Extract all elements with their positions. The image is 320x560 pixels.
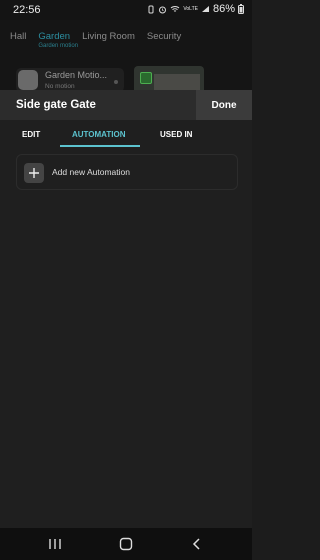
battery-icon [238, 4, 244, 14]
device-status: No motion [45, 83, 75, 90]
background-app: Hall Garden Garden motion Living Room Se… [0, 20, 252, 106]
sheet-title: Side gate Gate [16, 99, 96, 111]
network-label: VoLTE [183, 6, 198, 12]
room-tab-security[interactable]: Security [147, 31, 181, 42]
status-icons: VoLTE 86% [147, 3, 244, 15]
vibrate-icon [147, 5, 155, 14]
room-tab-garden[interactable]: Garden Garden motion [38, 31, 78, 49]
wifi-icon [170, 5, 180, 13]
recent-apps-icon[interactable] [46, 536, 64, 552]
sheet-header: Side gate Gate Done [0, 90, 252, 120]
done-button[interactable]: Done [196, 90, 252, 120]
alarm-icon [158, 5, 167, 14]
plus-icon [24, 163, 44, 183]
navigation-bar [0, 528, 252, 560]
automation-sheet: Side gate Gate Done EDIT AUTOMATION USED… [0, 90, 252, 528]
tab-automation[interactable]: AUTOMATION [72, 130, 125, 139]
active-tab-indicator [60, 145, 140, 147]
add-automation-button[interactable]: Add new Automation [16, 154, 238, 190]
device-status-dot [114, 80, 118, 84]
back-icon[interactable] [188, 536, 206, 552]
device-card[interactable]: Garden Motio... No motion [16, 68, 124, 92]
home-icon[interactable] [117, 536, 135, 552]
add-automation-label: Add new Automation [52, 167, 130, 177]
tab-edit[interactable]: EDIT [22, 130, 40, 139]
room-tab-living-room[interactable]: Living Room [82, 31, 135, 42]
room-tab-hall[interactable]: Hall [10, 31, 26, 42]
room-tabs: Hall Garden Garden motion Living Room Se… [10, 31, 181, 49]
tab-used-in[interactable]: USED IN [160, 130, 192, 139]
motion-sensor-icon [18, 70, 38, 90]
camera-badge-icon [140, 72, 152, 84]
status-time: 22:56 [13, 4, 41, 16]
battery-percent: 86% [212, 3, 235, 15]
status-bar: 22:56 VoLTE 86% [0, 0, 252, 20]
device-name: Garden Motio... [45, 70, 108, 80]
room-tab-garden-label: Garden [38, 31, 71, 42]
signal-icon [201, 5, 210, 13]
sheet-tabs: EDIT AUTOMATION USED IN [0, 120, 252, 148]
room-tab-garden-subtitle: Garden motion [38, 43, 79, 49]
